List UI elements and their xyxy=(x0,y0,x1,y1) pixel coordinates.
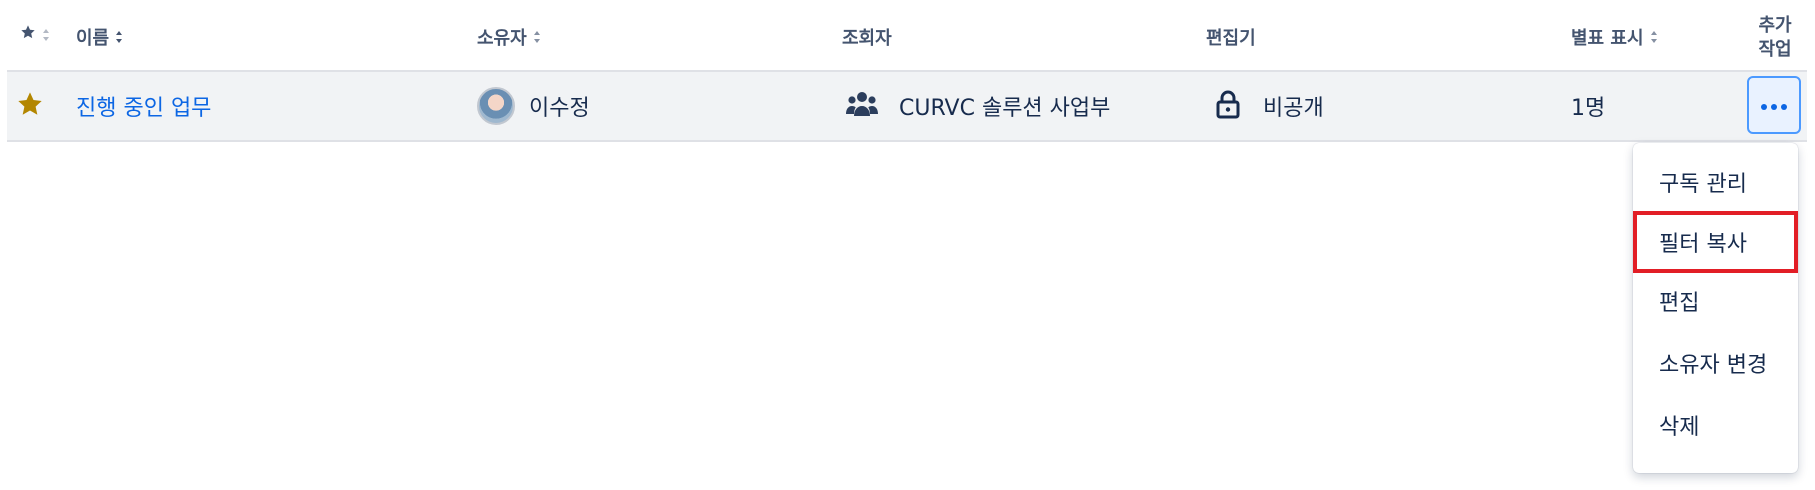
menu-item-manage-subscriptions[interactable]: 구독 관리 xyxy=(1633,151,1798,213)
people-group-icon xyxy=(845,90,879,122)
header-editors: 편집기 xyxy=(1206,24,1256,50)
menu-item-change-owner[interactable]: 소유자 변경 xyxy=(1633,332,1798,394)
table-row: 진행 중인 업무 이수정 CURVC 솔루션 사업부 비공개 1명 xyxy=(7,70,1807,142)
header-owner[interactable]: 소유자 xyxy=(477,24,541,50)
favorite-star-button[interactable] xyxy=(16,72,44,140)
menu-item-copy-filter[interactable]: 필터 복사 xyxy=(1633,211,1798,273)
menu-item-edit[interactable]: 편집 xyxy=(1633,270,1798,332)
table-header: 이름 소유자 조회자 편집기 별표 표시 추가 작업 xyxy=(0,0,1808,70)
starred-count-cell: 1명 xyxy=(1571,72,1605,140)
owner-cell: 이수정 xyxy=(477,72,590,140)
header-star-sort[interactable] xyxy=(20,24,50,45)
menu-item-delete[interactable]: 삭제 xyxy=(1633,394,1798,456)
header-more-actions: 추가 작업 xyxy=(1750,14,1800,62)
header-name[interactable]: 이름 xyxy=(76,24,123,50)
editors-text: 비공개 xyxy=(1263,96,1324,121)
sort-icon xyxy=(42,27,50,43)
sort-icon xyxy=(115,29,123,45)
header-starred-by[interactable]: 별표 표시 xyxy=(1571,24,1658,50)
filter-name-link[interactable]: 진행 중인 업무 xyxy=(76,90,211,122)
viewers-cell: CURVC 솔루션 사업부 xyxy=(845,72,1110,140)
owner-name: 이수정 xyxy=(529,96,590,121)
header-viewers-label: 조회자 xyxy=(842,28,892,49)
sort-icon xyxy=(1650,29,1658,45)
star-icon xyxy=(20,24,36,45)
lock-icon xyxy=(1215,89,1241,123)
sort-icon xyxy=(533,29,541,45)
starred-count: 1명 xyxy=(1571,96,1606,121)
filters-table: 이름 소유자 조회자 편집기 별표 표시 추가 작업 진행 중인 업무 이수정 … xyxy=(0,0,1815,490)
editors-cell: 비공개 xyxy=(1215,72,1324,140)
more-actions-button[interactable] xyxy=(1747,76,1801,134)
filter-name-cell: 진행 중인 업무 xyxy=(76,72,211,140)
avatar[interactable] xyxy=(477,87,515,125)
header-viewers: 조회자 xyxy=(842,24,892,50)
viewers-text: CURVC 솔루션 사업부 xyxy=(899,96,1111,121)
more-actions-menu: 구독 관리 필터 복사 편집 소유자 변경 삭제 xyxy=(1633,143,1798,473)
star-filled-icon xyxy=(16,90,44,122)
header-editors-label: 편집기 xyxy=(1206,28,1256,49)
header-name-label: 이름 xyxy=(76,28,110,49)
more-horizontal-icon xyxy=(1760,96,1788,115)
header-more-actions-line1: 추가 xyxy=(1758,15,1792,36)
header-starred-by-label: 별표 표시 xyxy=(1571,28,1644,49)
header-owner-label: 소유자 xyxy=(477,28,527,49)
header-more-actions-line2: 작업 xyxy=(1758,39,1792,60)
